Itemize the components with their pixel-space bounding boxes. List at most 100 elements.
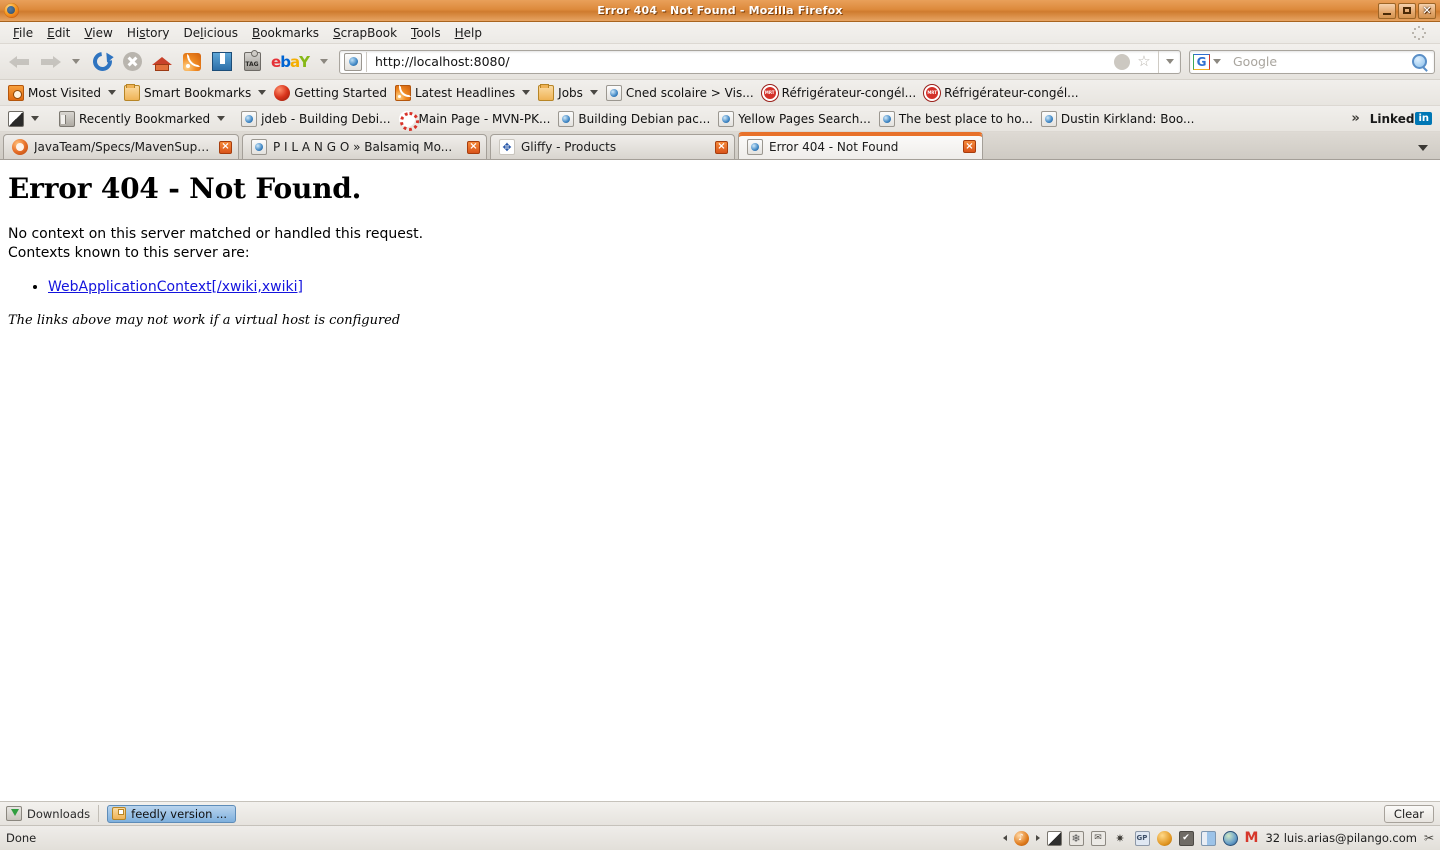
bookmark-dustin-kirkland[interactable]: Dustin Kirkland: Boo...: [1039, 109, 1201, 129]
downloads-bar: Downloads feedly version ... Clear: [0, 801, 1440, 825]
bookmark-label: Jobs: [558, 85, 583, 100]
bookmark-yellow-pages[interactable]: Yellow Pages Search...: [716, 109, 877, 129]
stop-button[interactable]: [117, 47, 147, 77]
history-dropdown-icon[interactable]: [72, 59, 80, 64]
bookmark-smart-bookmarks[interactable]: Smart Bookmarks: [122, 83, 272, 103]
bookmark-label: Réfrigérateur-congél...: [781, 85, 917, 100]
bookmarks-overflow-button[interactable]: »: [1341, 111, 1369, 126]
tab-close-icon[interactable]: ×: [963, 140, 976, 153]
panel-icon[interactable]: [1200, 830, 1216, 846]
minimize-button[interactable]: [1378, 2, 1396, 19]
page-icon: [344, 52, 362, 71]
download-icon: [6, 806, 22, 821]
tab-label: P I L A N G O » Balsamiq Mo...: [273, 140, 453, 154]
google-engine-icon[interactable]: G: [1193, 53, 1210, 70]
download-item-feedly[interactable]: feedly version ...: [107, 804, 237, 823]
menu-scrapbook[interactable]: ScrapBook: [326, 24, 404, 42]
bookmark-linkedin[interactable]: Linked in: [1370, 112, 1440, 126]
bookmark-label: jdeb - Building Debi...: [261, 111, 391, 126]
menu-view[interactable]: View: [77, 24, 119, 42]
url-bar[interactable]: http://localhost:8080/ ☆: [339, 49, 1181, 74]
menu-help[interactable]: Help: [448, 24, 489, 42]
menu-bookmarks[interactable]: Bookmarks: [245, 24, 326, 42]
home-button[interactable]: [147, 47, 177, 77]
snowflake-icon[interactable]: ❄: [1068, 830, 1084, 846]
tab-close-icon[interactable]: ×: [219, 140, 232, 154]
tab-bar: JavaTeam/Specs/MavenSupp... × P I L A N …: [0, 132, 1440, 160]
file-icon: [112, 807, 127, 820]
bookmark-label: Yellow Pages Search...: [738, 111, 871, 126]
scissors-icon[interactable]: ✂: [1424, 831, 1434, 845]
fridge-icon: MRT: [924, 84, 941, 101]
tab-close-icon[interactable]: ×: [467, 140, 480, 154]
ebay-dropdown-icon[interactable]: [320, 59, 328, 64]
mail-icon[interactable]: ✉: [1090, 830, 1106, 846]
bookmark-jdeb[interactable]: jdeb - Building Debi...: [239, 109, 396, 129]
context-link[interactable]: WebApplicationContext[/xwiki,xwiki]: [48, 279, 303, 295]
tab-label: Error 404 - Not Found: [769, 139, 899, 154]
gmail-account-text[interactable]: 32 luis.arias@pilango.com: [1265, 831, 1417, 845]
gmail-icon[interactable]: M: [1245, 831, 1259, 845]
page-title: Error 404 - Not Found.: [8, 172, 362, 205]
error-description-line-2: Contexts known to this server are:: [8, 245, 250, 261]
bookmark-getting-started[interactable]: Getting Started: [272, 83, 393, 103]
tab-list-dropdown-icon[interactable]: [1418, 145, 1428, 151]
media-prev-icon[interactable]: [1002, 835, 1007, 841]
tab-gliffy-products[interactable]: ✥ Gliffy - Products ×: [490, 134, 735, 159]
tab-pilango-balsamiq[interactable]: P I L A N G O » Balsamiq Mo... ×: [242, 134, 487, 159]
navigation-toolbar: TAG ebaY http://localhost:8080/ ☆ G Goog…: [0, 44, 1440, 80]
bookmark-blank-menu[interactable]: [6, 109, 45, 129]
ebay-icon[interactable]: ebaY: [267, 47, 313, 77]
tag-icon[interactable]: TAG: [237, 47, 267, 77]
reload-button[interactable]: [87, 47, 117, 77]
clear-downloads-button[interactable]: Clear: [1383, 804, 1434, 823]
url-input[interactable]: http://localhost:8080/: [367, 54, 1114, 69]
menu-delicious[interactable]: Delicious: [177, 24, 245, 42]
menu-tools[interactable]: Tools: [404, 24, 448, 42]
gp-icon[interactable]: GP: [1134, 830, 1150, 846]
bookmark-refrigerateur-2[interactable]: MRT Réfrigérateur-congél...: [922, 83, 1084, 103]
maximize-button[interactable]: [1398, 2, 1416, 19]
bookmark-jobs[interactable]: Jobs: [536, 83, 604, 103]
checker-icon[interactable]: [1046, 830, 1062, 846]
pin-icon[interactable]: ✔: [1178, 830, 1194, 846]
virtual-host-note: The links above may not work if a virtua…: [8, 313, 401, 328]
bookmark-cned-scolaire[interactable]: Cned scolaire > Vis...: [604, 83, 760, 103]
rss-icon[interactable]: [177, 47, 207, 77]
title-bar: Error 404 - Not Found - Mozilla Firefox …: [0, 0, 1440, 22]
bookmark-star-icon[interactable]: ☆: [1134, 54, 1154, 69]
search-engine-dropdown-icon[interactable]: [1213, 59, 1221, 64]
bookmark-latest-headlines[interactable]: Latest Headlines: [393, 83, 536, 103]
tab-close-icon[interactable]: ×: [715, 140, 728, 154]
smiley-icon[interactable]: [1156, 830, 1172, 846]
search-input[interactable]: Google: [1225, 54, 1412, 69]
linkedin-icon: in: [1415, 112, 1432, 125]
tab-error-404[interactable]: Error 404 - Not Found ×: [738, 132, 983, 159]
media-play-icon[interactable]: ♪: [1013, 830, 1029, 846]
bookmark-building-debian[interactable]: Building Debian pac...: [556, 109, 716, 129]
read-later-icon[interactable]: [207, 47, 237, 77]
close-button[interactable]: ✕: [1418, 2, 1436, 19]
bookmark-main-page-mvn[interactable]: Main Page - MVN-PK...: [397, 109, 557, 131]
bookmark-best-place-to-host[interactable]: The best place to ho...: [877, 109, 1039, 129]
downloads-button[interactable]: Downloads: [6, 806, 90, 821]
bug-icon[interactable]: ✷: [1113, 831, 1128, 846]
globe-icon[interactable]: [1222, 830, 1238, 846]
back-button[interactable]: [5, 54, 35, 70]
bookmark-refrigerateur-1[interactable]: MRT Réfrigérateur-congél...: [760, 83, 922, 103]
mvn-icon: [398, 110, 419, 131]
bookmark-label: Réfrigérateur-congél...: [944, 85, 1079, 100]
media-next-icon[interactable]: [1035, 835, 1040, 841]
search-bar[interactable]: G Google: [1189, 49, 1435, 74]
tab-javateam-specs[interactable]: JavaTeam/Specs/MavenSupp... ×: [3, 134, 239, 159]
page-icon: [878, 110, 895, 127]
chevron-down-icon: [589, 90, 598, 95]
magnifier-icon[interactable]: [1412, 54, 1427, 69]
bookmark-most-visited[interactable]: Most Visited: [6, 83, 122, 103]
forward-button[interactable]: [35, 54, 65, 70]
url-dropdown-button[interactable]: [1158, 50, 1180, 73]
menu-history[interactable]: History: [120, 24, 177, 42]
menu-edit[interactable]: Edit: [40, 24, 77, 42]
bookmark-recently-bookmarked[interactable]: Recently Bookmarked: [57, 109, 231, 129]
menu-file[interactable]: File: [6, 24, 40, 42]
